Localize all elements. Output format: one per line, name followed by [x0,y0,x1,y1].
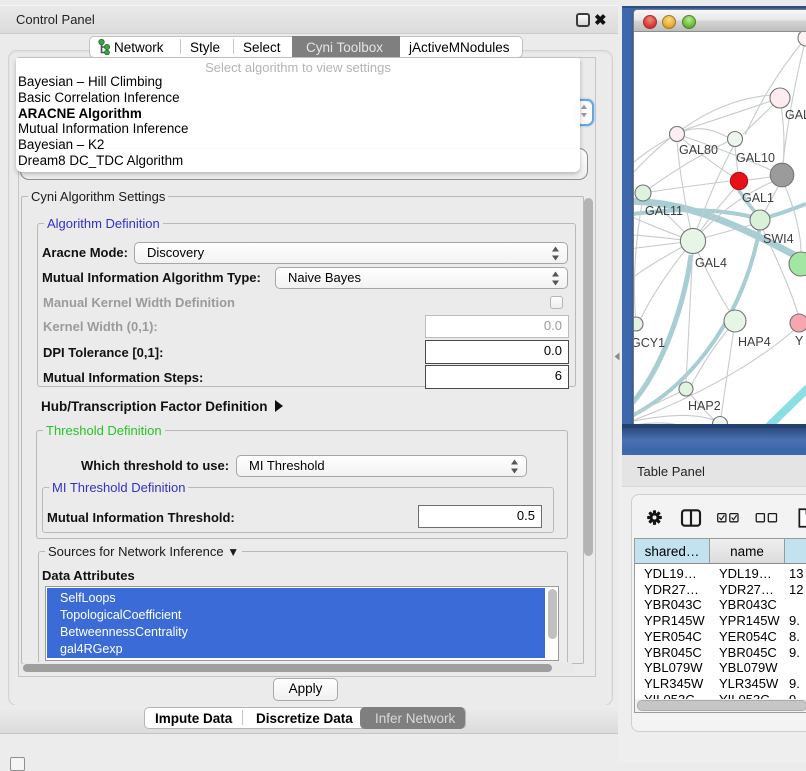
svg-text:HAP2: HAP2 [688,399,721,413]
svg-text:GAL10: GAL10 [736,151,775,165]
svg-text:HAP4: HAP4 [738,335,771,349]
svg-text:GAL11: GAL11 [645,204,683,218]
svg-text:GAL1: GAL1 [742,191,774,205]
svg-text:GAL7: GAL7 [785,108,806,122]
svg-text:GAL80: GAL80 [679,143,718,157]
svg-text:GAL4: GAL4 [695,256,727,270]
svg-text:GCY1: GCY1 [634,336,665,350]
svg-text:Y: Y [795,334,804,348]
svg-text:SWI4: SWI4 [763,232,794,246]
